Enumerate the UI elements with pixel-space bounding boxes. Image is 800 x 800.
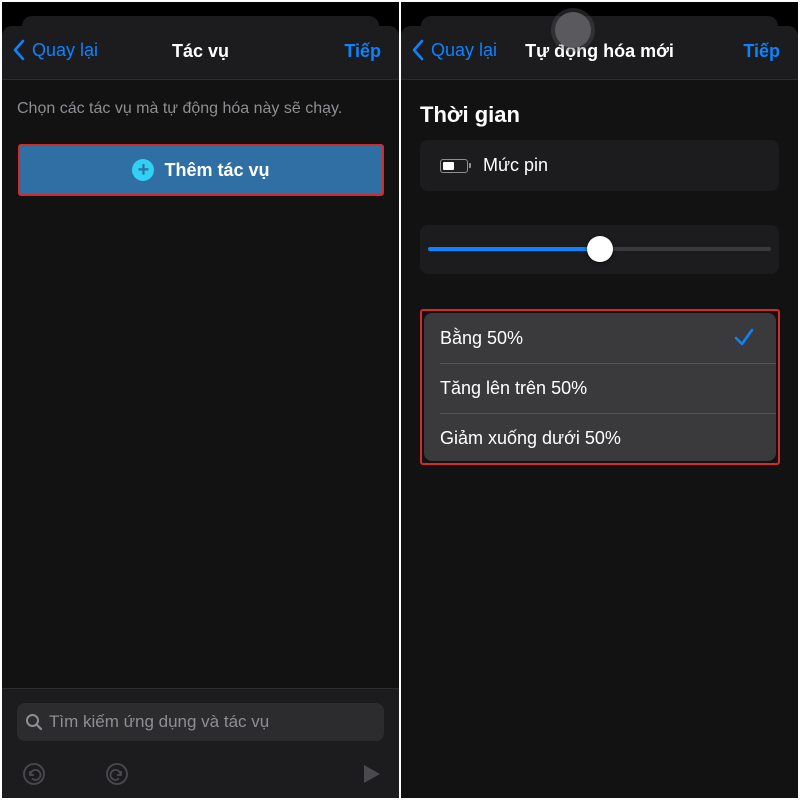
back-label: Quay lại [32, 39, 99, 60]
navigation-bar: Quay lại Tự động hóa mới Tiếp [401, 26, 798, 80]
navigation-bar: Quay lại Tác vụ Tiếp [2, 26, 399, 80]
chevron-left-icon [13, 39, 25, 61]
battery-level-row[interactable]: Mức pin [420, 140, 779, 191]
condition-options: Bằng 50% Tăng lên trên 50% Giảm xuống dư… [420, 309, 780, 465]
battery-level-label: Mức pin [483, 155, 549, 175]
actions-sheet: Quay lại Tác vụ Tiếp Chọn các tác vụ mà … [2, 26, 399, 798]
bottom-toolbar [2, 688, 399, 798]
assistive-touch-button[interactable] [555, 12, 591, 48]
instructions-text: Chọn các tác vụ mà tự động hóa này sẽ ch… [17, 100, 343, 117]
slider-thumb[interactable] [586, 236, 613, 262]
back-label: Quay lại [431, 39, 498, 60]
new-automation-sheet: Quay lại Tự động hóa mới Tiếp Thời gian … [401, 26, 798, 798]
search-box[interactable] [17, 703, 384, 741]
back-button[interactable]: Quay lại [12, 39, 98, 61]
back-button[interactable]: Quay lại [411, 39, 497, 61]
next-button[interactable]: Tiếp [344, 41, 381, 62]
right-screen: Quay lại Tự động hóa mới Tiếp Thời gian … [401, 2, 798, 798]
play-icon[interactable] [359, 762, 383, 786]
battery-slider-card [420, 225, 779, 274]
option-label: Giảm xuống dưới 50% [440, 427, 621, 448]
option-falls-below[interactable]: Giảm xuống dưới 50% [424, 413, 776, 461]
battery-slider-track[interactable] [428, 236, 771, 262]
option-label: Bằng 50% [440, 327, 524, 348]
next-button[interactable]: Tiếp [743, 41, 780, 62]
chevron-left-icon [412, 39, 424, 61]
search-input[interactable] [49, 712, 369, 732]
left-screen: Quay lại Tác vụ Tiếp Chọn các tác vụ mà … [2, 2, 399, 798]
add-action-label: Thêm tác vụ [164, 159, 270, 180]
undo-icon[interactable] [22, 762, 46, 786]
section-title: Thời gian [420, 102, 520, 127]
slider-fill [428, 247, 600, 251]
add-action-button[interactable]: + Thêm tác vụ [18, 144, 384, 196]
option-equal[interactable]: Bằng 50% [424, 313, 776, 363]
plus-circle-icon: + [132, 159, 155, 181]
option-rises-above[interactable]: Tăng lên trên 50% [424, 363, 776, 413]
checkmark-icon [734, 328, 754, 346]
battery-icon [440, 158, 471, 173]
search-icon [26, 714, 43, 731]
redo-icon[interactable] [105, 762, 129, 786]
option-label: Tăng lên trên 50% [440, 377, 588, 398]
